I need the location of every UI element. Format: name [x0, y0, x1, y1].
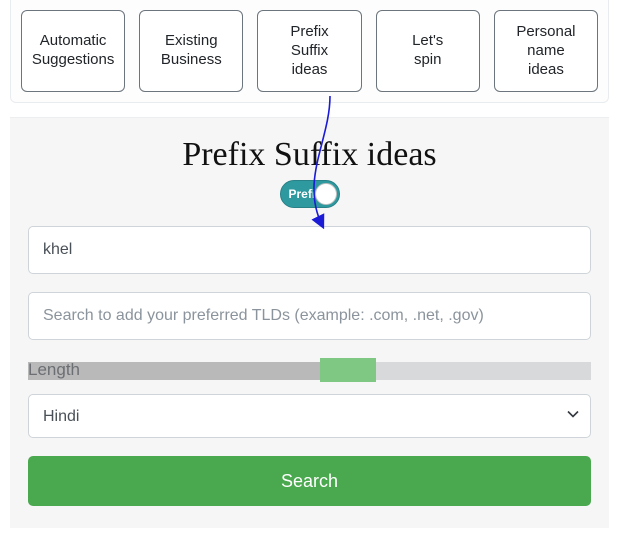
- language-select[interactable]: Hindi: [28, 394, 591, 438]
- tab-personal-name-ideas[interactable]: Personal name ideas: [494, 10, 598, 92]
- tld-input[interactable]: [28, 292, 591, 340]
- mode-tabs: Automatic Suggestions Existing Business …: [10, 0, 609, 103]
- tab-prefix-suffix-ideas[interactable]: Prefix Suffix ideas: [257, 10, 361, 92]
- tab-lets-spin[interactable]: Let's spin: [376, 10, 480, 92]
- keyword-input[interactable]: [28, 226, 591, 274]
- search-button[interactable]: Search: [28, 456, 591, 506]
- tab-existing-business[interactable]: Existing Business: [139, 10, 243, 92]
- tab-automatic-suggestions[interactable]: Automatic Suggestions: [21, 10, 125, 92]
- toggle-knob: [315, 183, 337, 205]
- panel-title: Prefix Suffix ideas: [28, 136, 591, 174]
- prefix-suffix-toggle[interactable]: Prefi: [280, 180, 340, 208]
- length-label: Length: [28, 360, 80, 380]
- length-slider[interactable]: Length: [28, 358, 591, 382]
- generator-panel: Prefix Suffix ideas Prefi Length Hindi S…: [10, 117, 609, 528]
- toggle-label: Prefi: [289, 187, 316, 201]
- slider-thumb[interactable]: [320, 358, 376, 382]
